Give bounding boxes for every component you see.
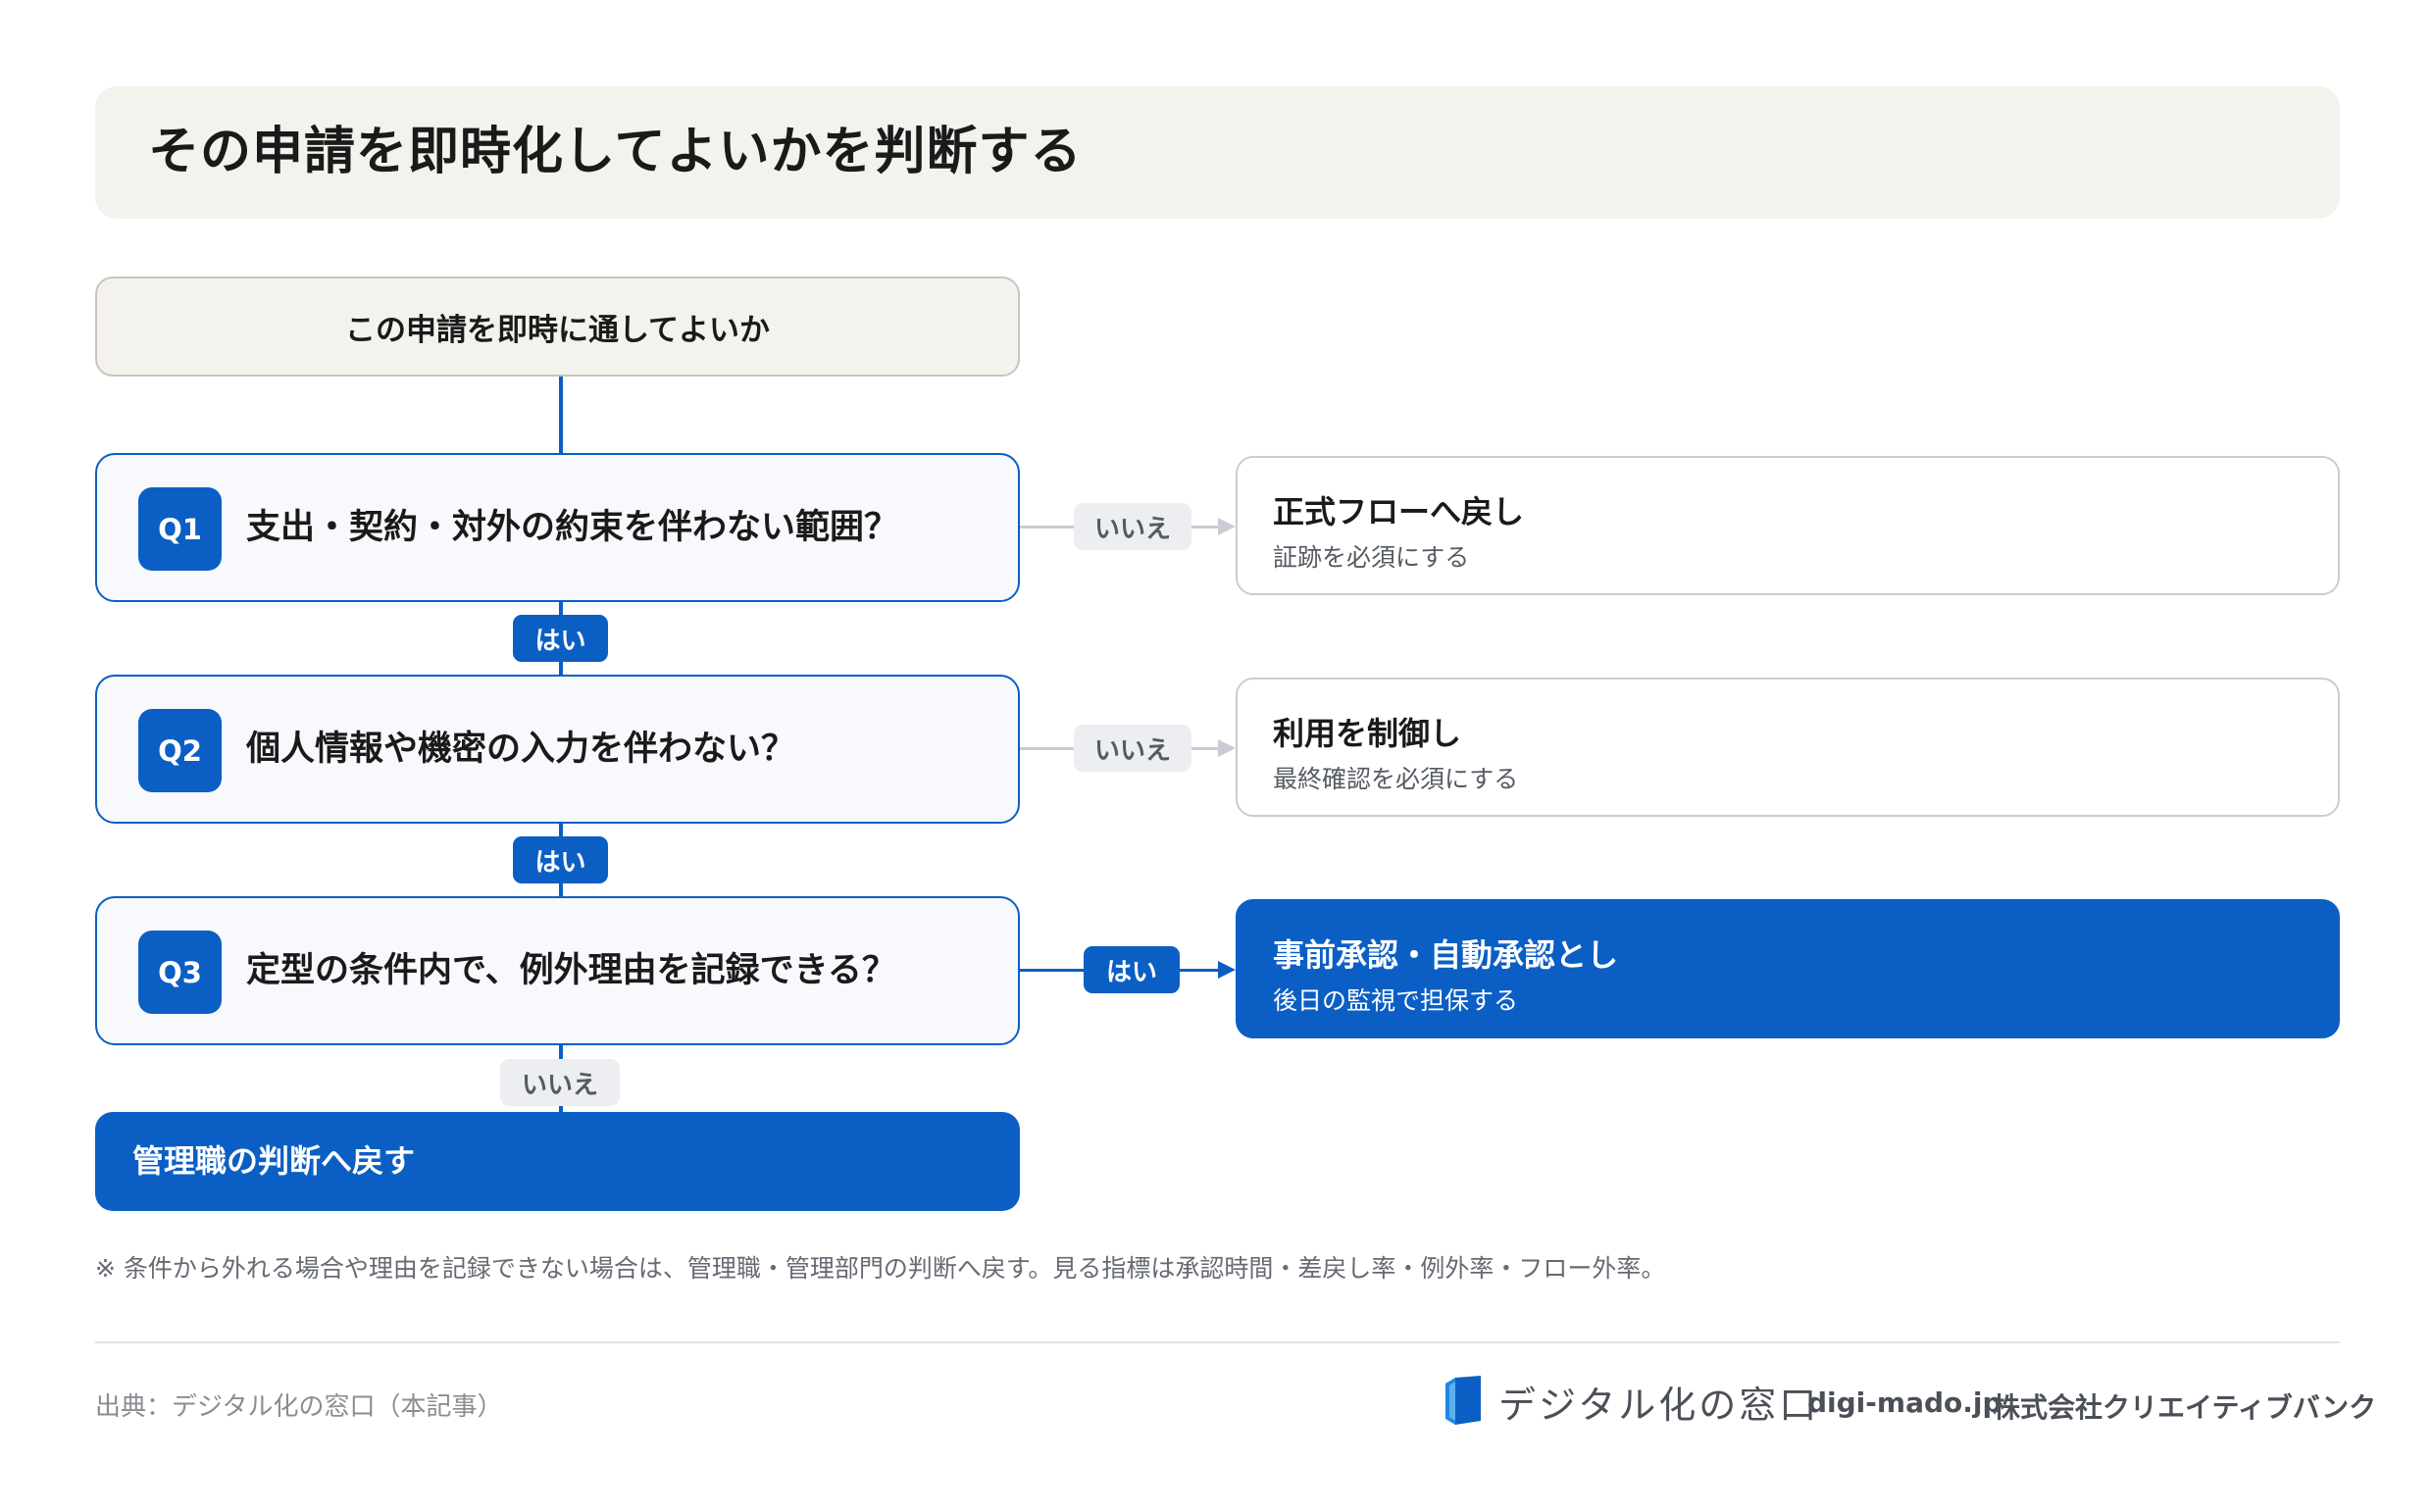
footer-divider [95, 1341, 2340, 1343]
result-formal-flow-sub: 証跡を必須にする [1273, 543, 1470, 572]
q3-yes-label: はい [1084, 946, 1180, 993]
connector-q3-yes-right [1180, 969, 1219, 972]
connector-q2-no-left [1020, 747, 1074, 750]
arrow-q2-no [1218, 739, 1236, 757]
result-usage-control: 利用を制御し 最終確認を必須にする [1236, 678, 2340, 817]
final-node: 管理職の判断へ戻す [95, 1112, 1020, 1211]
connector-q3-yes-left [1020, 969, 1084, 972]
result-auto-approval: 事前承認・自動承認とし 後日の監視で担保する [1236, 899, 2340, 1038]
q2-no-label: いいえ [1074, 725, 1191, 772]
footnote: ※ 条件から外れる場合や理由を記録できない場合は、管理職・管理部門の判断へ戻す。… [95, 1254, 1666, 1283]
connector-q2-no-right [1191, 747, 1219, 750]
connector-q1-no-right [1191, 526, 1219, 529]
connector-q1-no-left [1020, 526, 1074, 529]
result-formal-flow: 正式フローへ戻し 証跡を必須にする [1236, 456, 2340, 595]
arrow-q1-no [1218, 518, 1236, 535]
question-q2: Q2 個人情報や機密の入力を伴わない？ [95, 675, 1020, 824]
start-node: この申請を即時に通してよいか [95, 277, 1020, 377]
brand-url: digi-mado.jp [1807, 1386, 2002, 1419]
result-usage-control-title: 利用を制御し [1273, 715, 1462, 752]
question-q3: Q3 定型の条件内で、例外理由を記録できる？ [95, 896, 1020, 1045]
brand-logo-icon [1442, 1376, 1485, 1427]
q3-text: 定型の条件内で、例外理由を記録できる？ [246, 951, 896, 990]
source-credit: 出典：デジタル化の窓口（本記事） [95, 1392, 503, 1422]
result-usage-control-sub: 最終確認を必須にする [1273, 765, 1519, 793]
final-node-text: 管理職の判断へ戻す [132, 1142, 416, 1180]
header-banner: その申請を即時化してよいかを判断する [95, 86, 2340, 219]
page-title: その申請を即時化してよいかを判断する [148, 123, 1083, 181]
q1-yes-label: はい [513, 615, 608, 662]
result-auto-approval-title: 事前承認・自動承認とし [1273, 936, 1619, 974]
question-q1: Q1 支出・契約・対外の約束を伴わない範囲？ [95, 453, 1020, 602]
q2-badge: Q2 [138, 709, 222, 792]
arrow-q3-yes [1218, 961, 1236, 979]
result-auto-approval-sub: 後日の監視で担保する [1273, 986, 1519, 1015]
brand-name: デジタル化の窓口 [1498, 1384, 1820, 1427]
q3-badge: Q3 [138, 931, 222, 1014]
q1-badge: Q1 [138, 487, 222, 571]
connector-start-q1 [559, 377, 563, 453]
q2-yes-label: はい [513, 836, 608, 883]
q1-text: 支出・契約・対外の約束を伴わない範囲？ [246, 508, 899, 547]
brand-company: 株式会社クリエイティブバンク [1993, 1391, 2377, 1424]
q3-no-label: いいえ [500, 1059, 620, 1106]
q2-text: 個人情報や機密の入力を伴わない？ [246, 730, 796, 769]
result-formal-flow-title: 正式フローへ戻し [1273, 493, 1525, 530]
q1-no-label: いいえ [1074, 503, 1191, 550]
